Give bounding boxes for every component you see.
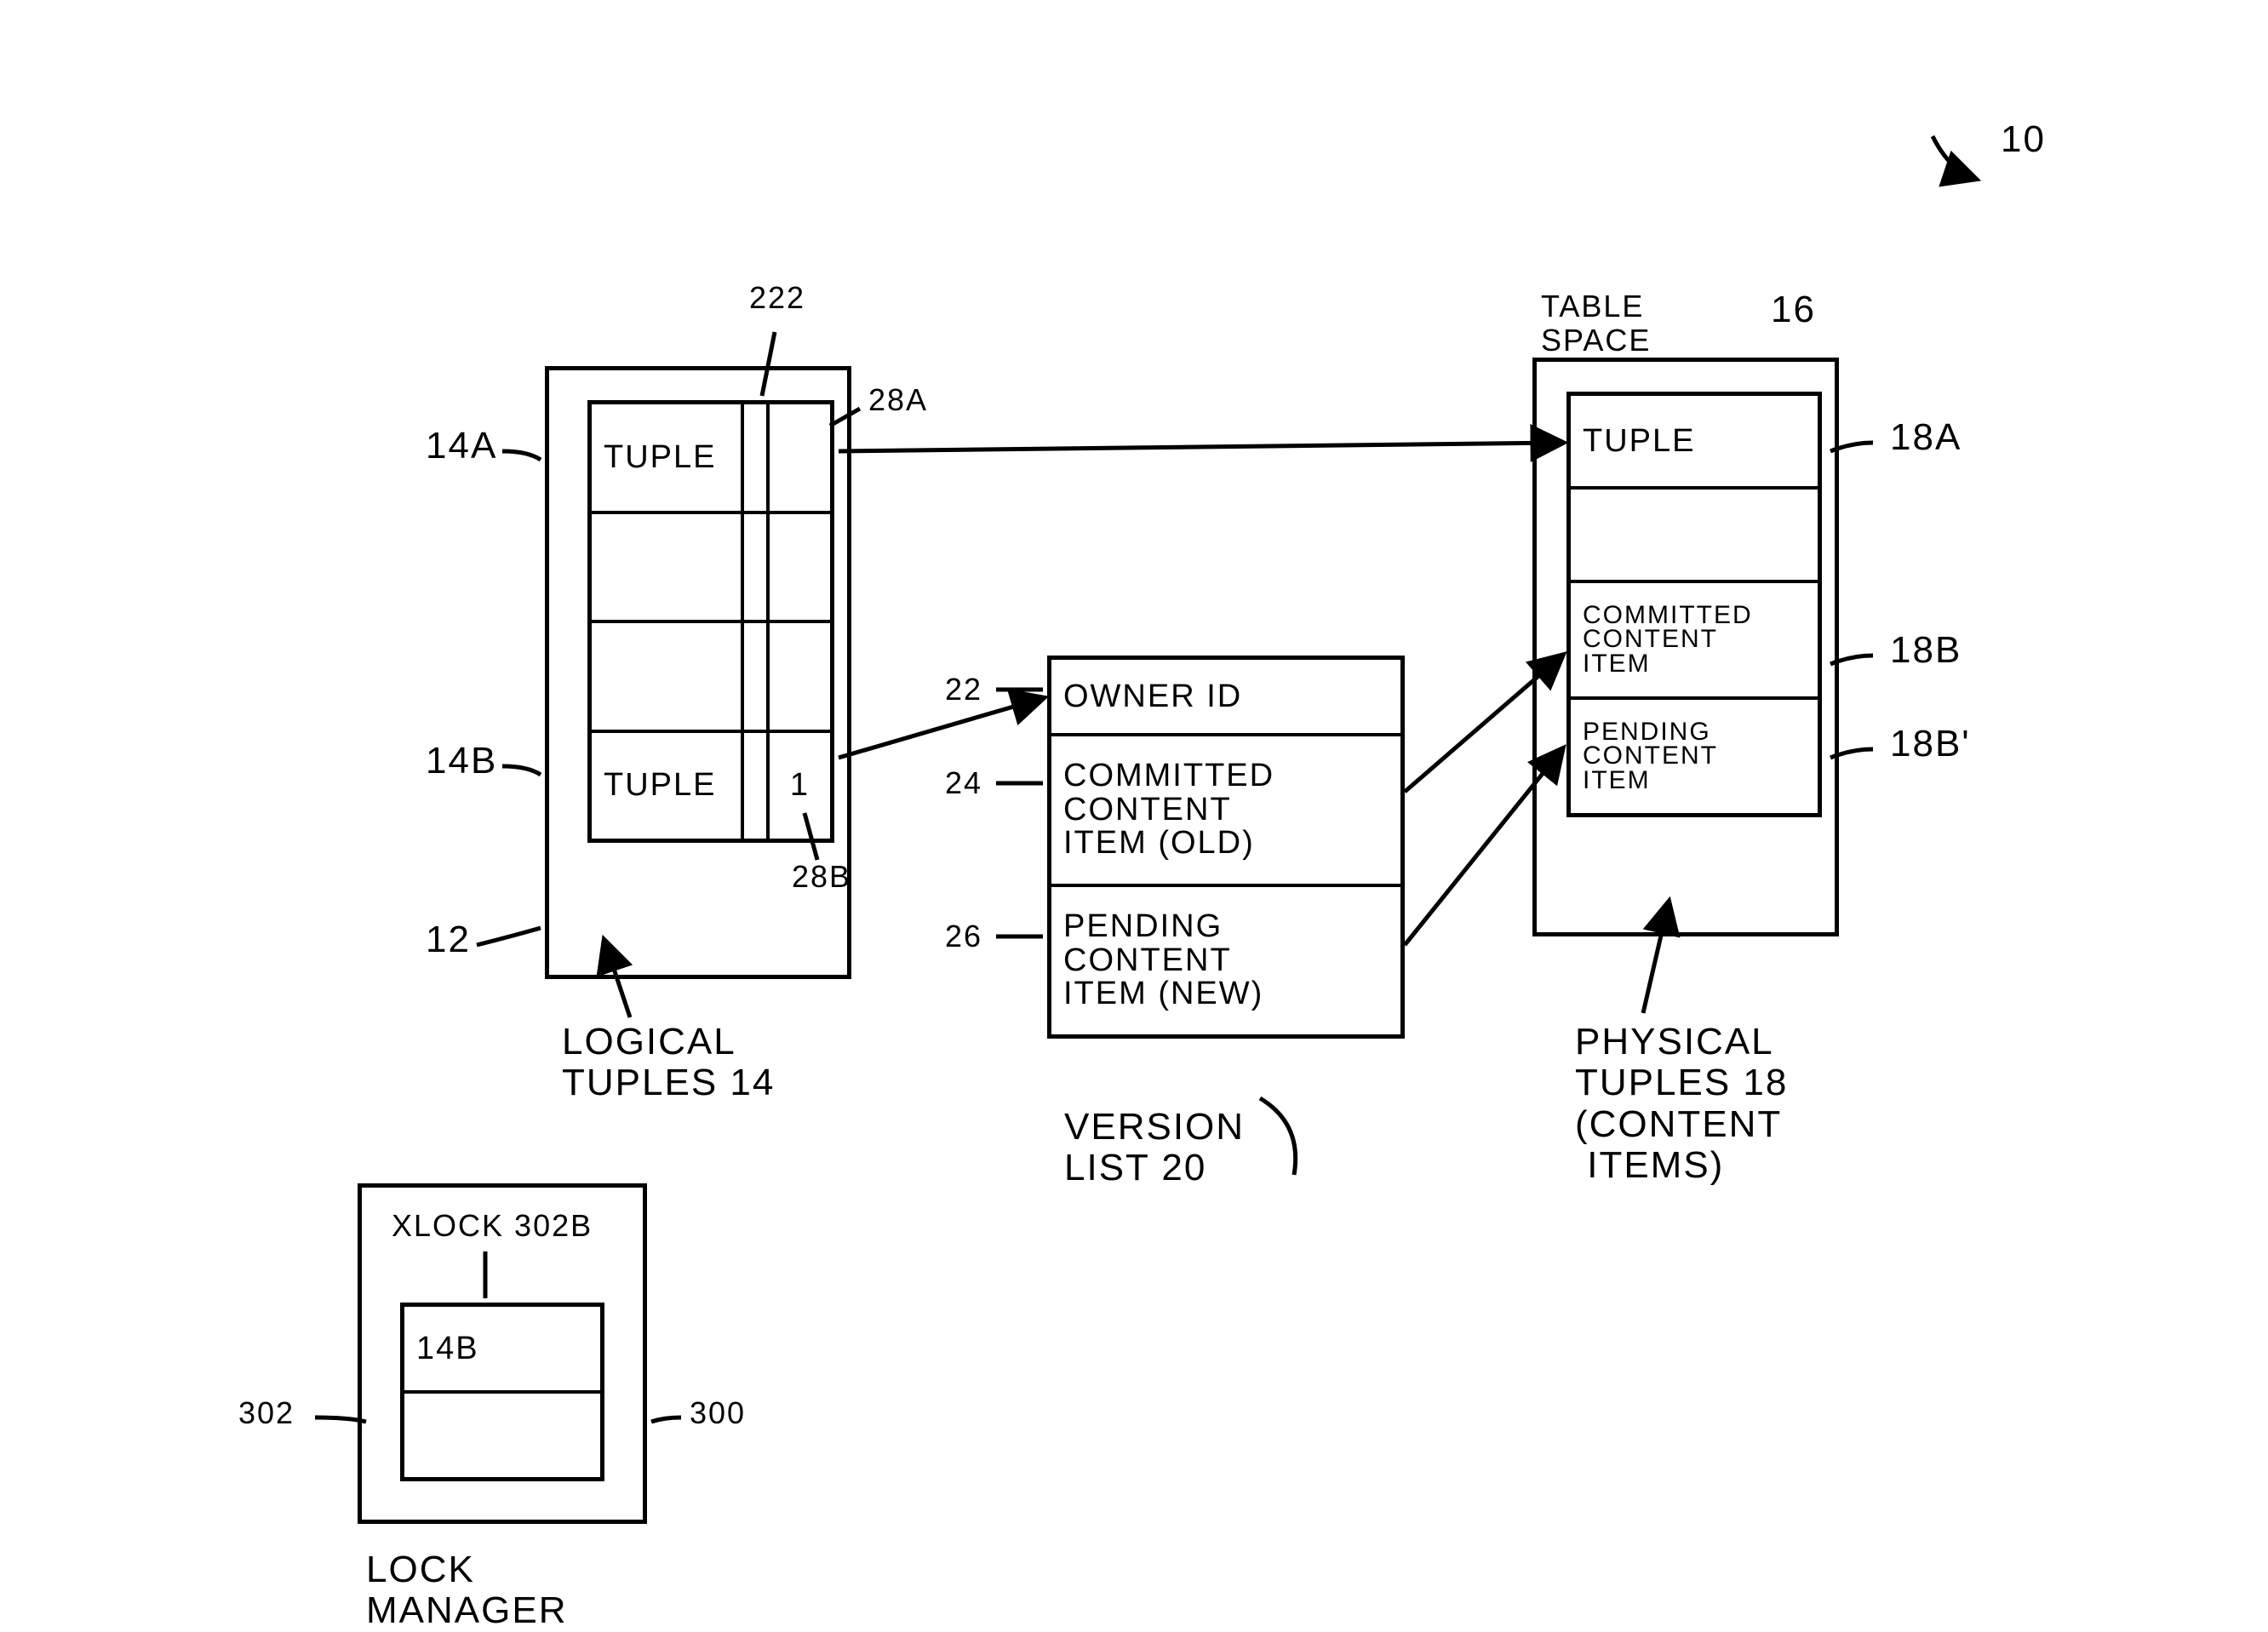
ref-18bp: 18B' (1890, 724, 1971, 764)
ref-28a: 28A (868, 383, 928, 417)
leader-version-caption (1260, 1098, 1296, 1175)
leader-12 (477, 928, 541, 945)
physical-caption: PHYSICAL TUPLES 18 (CONTENT ITEMS) (1575, 1022, 1788, 1187)
lock-list: 14B (400, 1303, 604, 1481)
ref-24: 24 (945, 766, 982, 800)
physical-tuples-table: TUPLE COMMITTED CONTENT ITEM PENDING CON… (1566, 392, 1822, 817)
version-pending-label: PENDING CONTENT ITEM (NEW) (1063, 910, 1263, 1012)
diagram-canvas: 10 TUPLE TUPLE 1 14A 14B 12 222 28A 28B … (0, 0, 2268, 1623)
ref-22: 22 (945, 673, 982, 707)
tablespace-header: TABLE SPACE (1541, 289, 1651, 357)
ref-14a: 14A (426, 426, 497, 467)
ref-16: 16 (1771, 289, 1816, 330)
ref-222: 222 (749, 281, 805, 315)
logical-row-b-label: TUPLE (604, 767, 716, 804)
physical-row-a-label: TUPLE (1583, 423, 1695, 460)
arrow-14a-to-18a (839, 443, 1562, 451)
logical-tuples-table: TUPLE TUPLE 1 (587, 400, 834, 843)
logical-row-a-label: TUPLE (604, 439, 716, 476)
logical-caption: LOGICAL TUPLES 14 (562, 1022, 775, 1104)
version-column-divider-1 (741, 400, 744, 843)
ref-18b: 18B (1890, 630, 1962, 671)
logical-row-b-version-count: 1 (790, 767, 810, 804)
ref-302: 302 (238, 1396, 295, 1430)
locked-tuple-label: 14B (416, 1331, 479, 1367)
leader-10 (1933, 136, 1975, 179)
arrow-14b-to-versionlist (839, 698, 1043, 758)
version-owner-label: OWNER Id (1063, 679, 1242, 715)
version-list-box: OWNER Id COMMITTED CONTENT ITEM (OLD) PE… (1047, 656, 1405, 1039)
ref-300: 300 (690, 1396, 746, 1430)
ref-28b: 28B (792, 860, 851, 894)
version-column-divider-2 (766, 400, 770, 843)
figure-ref: 10 (2001, 119, 2046, 160)
leader-14a (502, 451, 541, 460)
physical-row-bp-label: PENDING CONTENT ITEM (1583, 720, 1718, 793)
ref-26: 26 (945, 919, 982, 953)
version-list-caption: VERSION LIST 20 (1064, 1107, 1245, 1189)
ref-14b: 14B (426, 741, 497, 782)
leader-300 (651, 1417, 681, 1422)
version-committed-label: COMMITTED CONTENT ITEM (OLD) (1063, 759, 1274, 862)
xlock-label: XLOCK 302B (392, 1209, 593, 1243)
ref-18a: 18A (1890, 417, 1962, 458)
physical-row-b-label: COMMITTED CONTENT ITEM (1583, 604, 1753, 677)
leader-14b (502, 766, 541, 775)
ref-12: 12 (426, 919, 471, 960)
lock-manager-caption: LOCK MANAGER (366, 1549, 567, 1632)
